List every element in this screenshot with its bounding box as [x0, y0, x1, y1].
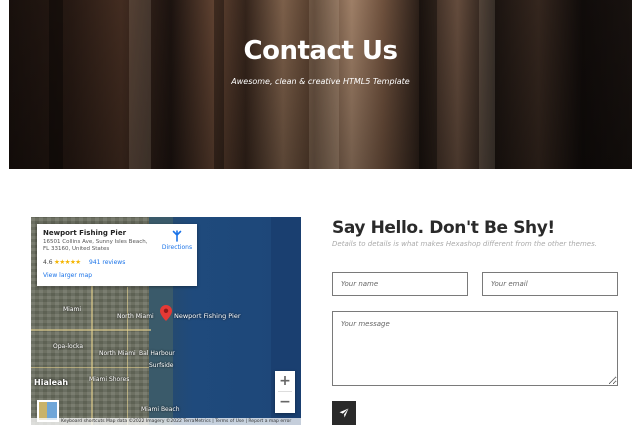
form-subtitle: Details to details is what makes Hexasho…: [332, 240, 597, 248]
map-place-label: Surfside: [149, 362, 174, 369]
map-road: [31, 367, 149, 368]
name-input[interactable]: [332, 272, 468, 296]
map-place-label: Opa-locka: [53, 343, 84, 350]
map-place-label: Miami: [63, 306, 82, 313]
map-place-label: Bal Harbour: [139, 350, 175, 357]
directions-label: Directions: [161, 244, 193, 251]
page-subtitle: Awesome, clean & creative HTML5 Template: [231, 77, 410, 86]
send-button[interactable]: [332, 401, 356, 425]
directions-icon: [172, 230, 182, 242]
map-place-label: North Miami: [99, 350, 136, 357]
place-address: 16501 Collins Ave, Sunny Isles Beach, FL…: [43, 239, 148, 252]
message-textarea[interactable]: [332, 311, 618, 386]
paper-plane-icon: [339, 408, 349, 418]
map-place-label: Miami Shores: [89, 376, 130, 383]
zoom-in-button[interactable]: +: [275, 371, 295, 391]
place-name: Newport Fishing Pier: [43, 229, 127, 237]
map-road: [91, 277, 93, 425]
star-rating-icon: ★★★★★: [54, 258, 81, 266]
map-pin-label: Newport Fishing Pier: [174, 312, 241, 320]
page-title: Contact Us: [243, 36, 398, 66]
zoom-out-button[interactable]: −: [275, 392, 295, 412]
map-zoom-control: + −: [275, 371, 295, 413]
map-pin-icon[interactable]: [160, 305, 172, 321]
map-info-card: Newport Fishing Pier 16501 Collins Ave, …: [37, 224, 197, 286]
email-input[interactable]: [482, 272, 618, 296]
hero-banner: Contact Us Awesome, clean & creative HTM…: [9, 0, 632, 169]
map-place-label: Miami Beach: [141, 406, 180, 413]
map-place-label: North Miami: [117, 313, 154, 320]
directions-button[interactable]: Directions: [161, 230, 193, 251]
place-rating: 4.6: [43, 259, 53, 266]
map-attribution[interactable]: Keyboard shortcuts Map data ©2022 Imager…: [31, 418, 301, 425]
embedded-map[interactable]: Miami North Miami Opa-locka North Miami …: [31, 217, 301, 425]
reviews-link[interactable]: 941 reviews: [89, 259, 125, 266]
map-place-label: Hialeah: [34, 378, 69, 387]
view-larger-map-link[interactable]: View larger map: [43, 272, 92, 279]
form-title: Say Hello. Don't Be Shy!: [332, 218, 555, 238]
